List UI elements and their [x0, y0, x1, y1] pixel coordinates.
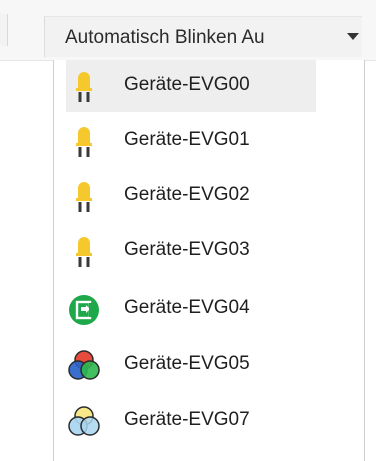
toolbar: Automatisch Blinken Au [0, 0, 376, 61]
list-item[interactable]: Geräte-EVG03 [66, 225, 316, 277]
list-item[interactable]: Geräte-EVG00 [66, 60, 316, 112]
mode-dropdown[interactable]: Automatisch Blinken Au [44, 16, 362, 57]
yellow-bulb-icon [76, 182, 92, 212]
list-item[interactable]: Geräte-EVG07 [66, 395, 316, 447]
list-item-label: Geräte-EVG05 [124, 353, 250, 374]
list-item-label: Geräte-EVG03 [124, 239, 250, 260]
list-item-label: Geräte-EVG02 [124, 184, 250, 205]
list-item[interactable]: Geräte-EVG02 [66, 170, 316, 222]
rgb-color-circles-icon [68, 350, 100, 380]
device-list-window: Automatisch Blinken Au Geräte-EVG00 Gerä… [0, 0, 376, 461]
list-item[interactable]: Geräte-EVG05 [66, 339, 316, 391]
list-item-label: Geräte-EVG00 [124, 74, 250, 95]
green-exit-sign-icon [69, 295, 99, 325]
mode-dropdown-value: Automatisch Blinken Au [65, 27, 265, 48]
yellow-bulb-icon [76, 72, 92, 102]
list-item-label: Geräte-EVG07 [124, 409, 250, 430]
list-item[interactable]: Geräte-EVG04 [66, 283, 316, 335]
toolbar-separator [0, 14, 8, 46]
list-item-label: Geräte-EVG01 [124, 129, 250, 150]
pastel-color-circles-icon [68, 406, 100, 436]
list-item-label: Geräte-EVG04 [124, 297, 250, 318]
yellow-bulb-icon [76, 237, 92, 267]
list-item[interactable]: Geräte-EVG01 [66, 115, 316, 167]
device-list: Geräte-EVG00 Geräte-EVG01 Geräte-EVG02 G… [53, 60, 365, 461]
yellow-bulb-icon [76, 127, 92, 157]
chevron-down-icon[interactable] [347, 33, 359, 40]
